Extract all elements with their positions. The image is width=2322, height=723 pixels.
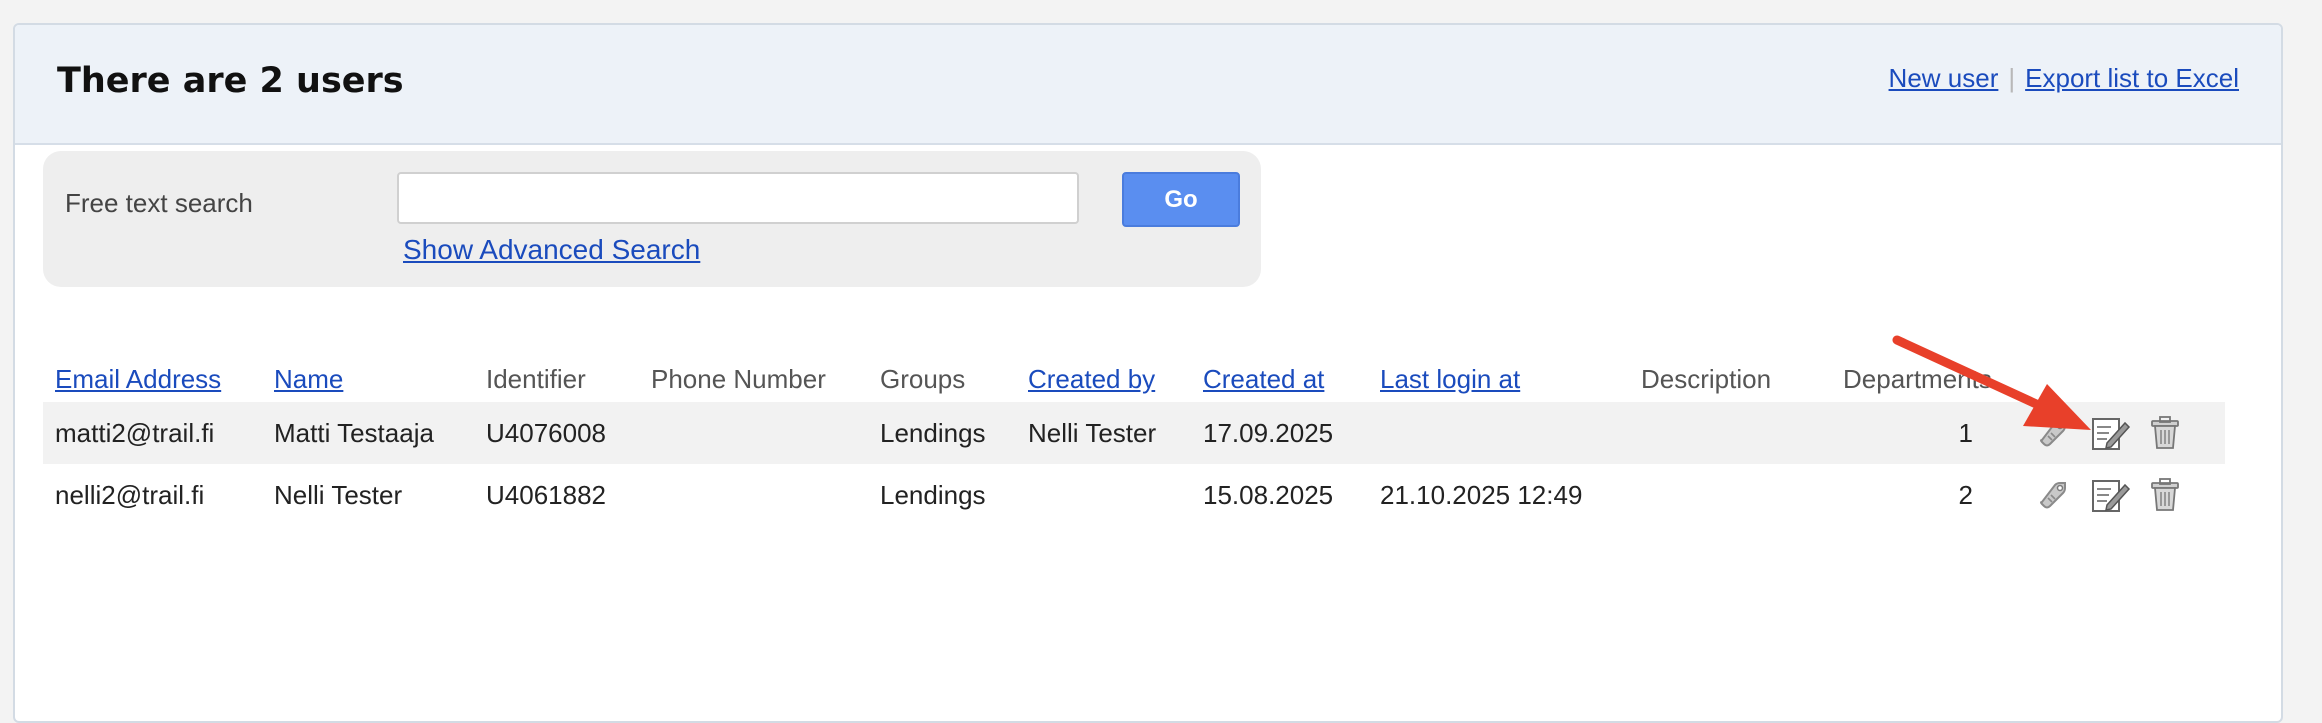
cell-phone <box>639 402 868 464</box>
panel-header: There are 2 users New user | Export list t… <box>15 25 2281 145</box>
cell-created-at: 17.09.2025 <box>1191 402 1368 464</box>
cell-description <box>1629 464 1831 526</box>
cell-email: nelli2@trail.fi <box>55 479 205 510</box>
cell-identifier: U4076008 <box>474 402 639 464</box>
new-user-link[interactable]: New user <box>1889 63 1999 93</box>
show-advanced-search-link[interactable]: Show Advanced Search <box>403 234 700 266</box>
cell-name: Nelli Tester <box>274 479 403 510</box>
cell-email: matti2@trail.fi <box>43 402 262 464</box>
cell-created-by: Nelli Tester <box>1016 402 1191 464</box>
table-row[interactable]: nelli2@trail.fi Nelli Tester U4061882 Le… <box>43 464 2225 526</box>
col-identifier: Identifier <box>486 363 586 394</box>
search-input[interactable] <box>397 172 1079 224</box>
col-created-by[interactable]: Created by <box>1016 356 1191 402</box>
page-title: There are 2 users <box>57 61 404 101</box>
cell-last-login: 21.10.2025 12:49 <box>1380 479 1583 510</box>
col-groups: Groups <box>880 363 966 394</box>
header-links: New user | Export list to Excel <box>1889 63 2239 94</box>
cell-created-at: 15.08.2025 <box>1203 479 1334 510</box>
edit-icon[interactable] <box>2091 477 2131 513</box>
go-button[interactable]: Go <box>1122 172 1240 227</box>
search-box: Free text search Go Show Advanced Search <box>43 151 1261 287</box>
cell-name: Matti Testaaja <box>262 402 474 464</box>
search-label: Free text search <box>65 188 253 218</box>
tag-icon[interactable] <box>2035 477 2071 513</box>
col-name[interactable]: Name <box>262 356 474 402</box>
cell-created-by <box>1016 464 1191 526</box>
col-last-login[interactable]: Last login at <box>1368 356 1629 402</box>
trash-icon[interactable] <box>2147 415 2183 451</box>
cell-phone <box>639 464 868 526</box>
cell-groups: Lendings <box>880 479 986 510</box>
sort-created-by-link[interactable]: Created by <box>1028 364 1155 394</box>
link-separator: | <box>2008 63 2016 93</box>
annotation-arrow-icon <box>1892 335 2091 430</box>
export-excel-link[interactable]: Export list to Excel <box>2025 63 2239 93</box>
cell-actions <box>1985 464 2225 526</box>
cell-last-login <box>1368 402 1629 464</box>
edit-icon[interactable] <box>2091 415 2131 451</box>
cell-departments: 2 <box>1958 479 1973 510</box>
col-email[interactable]: Email Address <box>43 356 262 402</box>
sort-created-at-link[interactable]: Created at <box>1203 364 1324 394</box>
cell-groups: Lendings <box>868 402 1016 464</box>
trash-icon[interactable] <box>2147 477 2183 513</box>
col-description: Description <box>1641 363 1772 394</box>
sort-last-login-link[interactable]: Last login at <box>1380 364 1520 394</box>
sort-email-link[interactable]: Email Address <box>55 364 221 394</box>
col-phone: Phone Number <box>651 363 826 394</box>
cell-description <box>1629 402 1831 464</box>
sort-name-link[interactable]: Name <box>274 364 343 394</box>
cell-identifier: U4061882 <box>486 479 606 510</box>
col-created-at[interactable]: Created at <box>1191 356 1368 402</box>
